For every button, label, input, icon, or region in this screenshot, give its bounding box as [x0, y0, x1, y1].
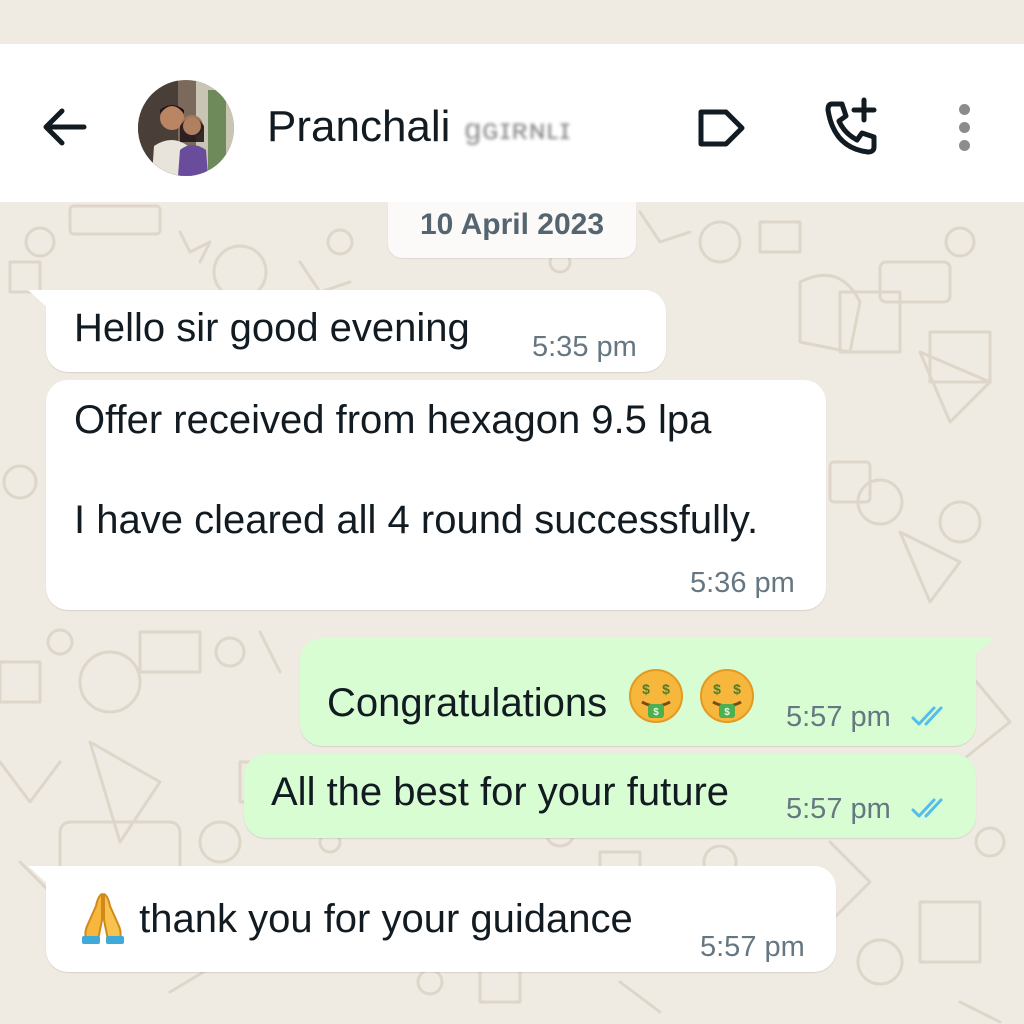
menu-dot-icon: [959, 104, 970, 115]
avatar[interactable]: [138, 80, 234, 176]
message-text: thank you for your guidance: [78, 890, 633, 946]
svg-text:$: $: [725, 707, 731, 718]
back-button[interactable]: [36, 99, 92, 155]
back-arrow-icon: [43, 108, 87, 146]
message-bubble-outgoing[interactable]: All the best for your future 5:57 pm: [244, 754, 976, 838]
label-button[interactable]: [692, 102, 750, 154]
status-bar-area: [0, 0, 1024, 44]
svg-text:$: $: [654, 707, 660, 718]
message-text-content: Congratulations: [327, 681, 608, 725]
message-bubble-incoming[interactable]: Offer received from hexagon 9.5 lpa I ha…: [46, 380, 826, 610]
message-time: 5:57 pm: [786, 701, 891, 733]
message-text-line2: I have cleared all 4 round successfully.: [74, 498, 759, 542]
menu-dot-icon: [959, 140, 970, 151]
message-time: 5:36 pm: [690, 567, 795, 599]
message-time: 5:35 pm: [532, 331, 637, 363]
contact-name-text: Pranchali: [267, 102, 451, 151]
svg-text:$: $: [734, 681, 742, 697]
message-time: 5:57 pm: [786, 793, 891, 825]
bubble-tail: [28, 866, 50, 886]
date-chip: 10 April 2023: [388, 202, 636, 258]
phone-plus-icon: [825, 97, 877, 155]
contact-photo: [138, 80, 234, 176]
message-bubble-outgoing[interactable]: Congratulations $ $ $ $ $ $ 5:57 pm: [300, 638, 994, 746]
bubble-tail: [972, 638, 994, 658]
svg-text:$: $: [662, 681, 670, 697]
bubble-tail: [28, 290, 50, 310]
label-tag-icon: [698, 109, 745, 147]
contact-name[interactable]: Pranchali ɡɢɪʀɴʟɪ: [267, 100, 571, 157]
add-call-button[interactable]: [820, 96, 884, 160]
svg-text:$: $: [714, 681, 722, 697]
menu-dot-icon: [959, 122, 970, 133]
money-mouth-face-icon: $ $ $: [629, 669, 684, 723]
message-text: Hello sir good evening: [74, 306, 470, 350]
double-check-read-icon: [911, 706, 943, 726]
message-time: 5:57 pm: [700, 931, 805, 963]
double-check-read-icon: [911, 798, 943, 818]
chat-area[interactable]: 10 April 2023 Hello sir good evening 5:3…: [0, 202, 1024, 1024]
message-bubble-incoming[interactable]: thank you for your guidance 5:57 pm: [28, 866, 836, 972]
message-text: All the best for your future: [271, 770, 730, 814]
money-mouth-face-icon: $ $ $: [700, 669, 755, 723]
message-text-content: thank you for your guidance: [139, 897, 633, 941]
message-text-line1: Offer received from hexagon 9.5 lpa: [74, 398, 712, 442]
more-options-button[interactable]: [948, 100, 982, 156]
svg-text:$: $: [642, 681, 650, 697]
contact-name-obscured: ɡɢɪʀɴʟɪ: [464, 113, 572, 146]
message-text: Congratulations $ $ $ $ $ $: [327, 666, 757, 727]
folded-hands-icon: [82, 893, 124, 944]
chat-header: Pranchali ɡɢɪʀɴʟɪ: [0, 44, 1024, 202]
message-bubble-incoming[interactable]: Hello sir good evening 5:35 pm: [28, 290, 666, 372]
